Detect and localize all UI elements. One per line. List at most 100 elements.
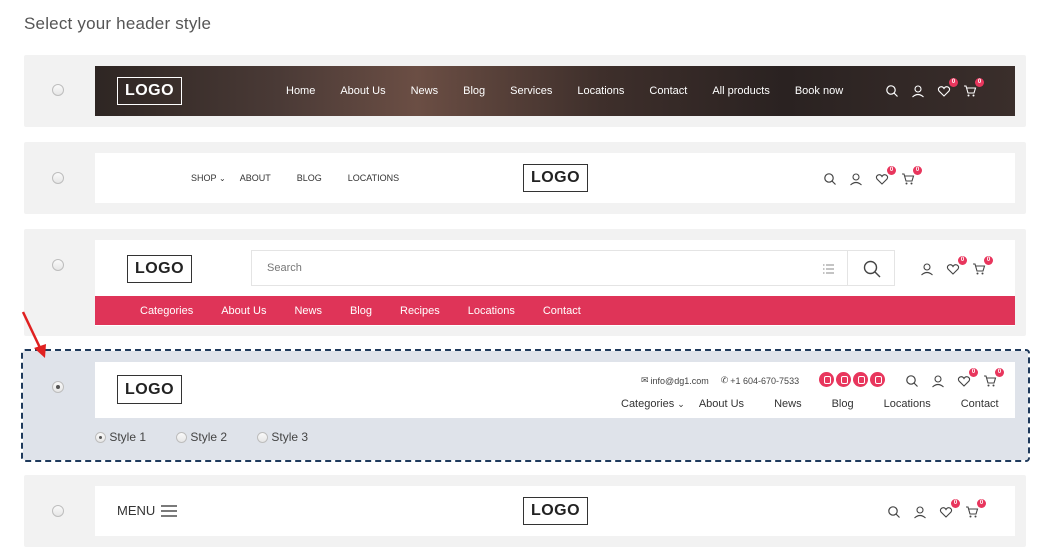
nav-item-locations[interactable]: Locations bbox=[468, 305, 515, 317]
style-selector: Style 1 Style 2 Style 3 bbox=[95, 430, 308, 444]
style-1-option[interactable]: Style 1 bbox=[95, 430, 146, 444]
logo: LOGO bbox=[117, 77, 182, 105]
cart-count-badge: 0 bbox=[975, 78, 984, 87]
header-preview-3: LOGO Search 0 0 Categories About Us News… bbox=[95, 240, 1015, 326]
style-1-label: Style 1 bbox=[109, 430, 147, 444]
wishlist-count-badge: 0 bbox=[958, 256, 967, 265]
wishlist-count-badge: 0 bbox=[969, 368, 978, 377]
nav-item-locations[interactable]: Locations bbox=[577, 85, 624, 97]
option-4-radio[interactable] bbox=[52, 381, 64, 393]
header-option-3[interactable]: LOGO Search 0 0 Categories About Us News… bbox=[24, 229, 1026, 336]
instagram-icon[interactable] bbox=[853, 372, 868, 387]
header-option-2[interactable]: SHOP ⌄ ABOUT BLOG LOCATIONS LOGO 0 0 bbox=[24, 142, 1026, 214]
nav-item-locations[interactable]: LOCATIONS bbox=[348, 173, 399, 183]
nav-item-about[interactable]: ABOUT bbox=[240, 173, 271, 183]
contact-info: ✉ info@dg1.com ✆ +1 604-670-7533 bbox=[641, 375, 799, 386]
nav-item-about-us[interactable]: About Us bbox=[340, 85, 385, 97]
search-icon[interactable] bbox=[885, 84, 899, 98]
user-icon[interactable] bbox=[931, 374, 945, 388]
nav-item-categories[interactable]: Categories ⌄ bbox=[621, 398, 685, 410]
search-icon bbox=[863, 260, 881, 278]
style-2-option[interactable]: Style 2 bbox=[176, 430, 227, 444]
phone-text[interactable]: +1 604-670-7533 bbox=[730, 376, 799, 386]
header-option-4[interactable]: LOGO ✉ info@dg1.com ✆ +1 604-670-7533 0 … bbox=[21, 349, 1030, 462]
nav-item-contact[interactable]: Contact bbox=[543, 305, 581, 317]
mail-icon: ✉ bbox=[641, 375, 649, 385]
main-nav: Categories About Us News Blog Recipes Lo… bbox=[140, 296, 581, 325]
search-button[interactable] bbox=[847, 250, 895, 286]
menu-icon bbox=[161, 504, 178, 517]
nav-item-home[interactable]: Home bbox=[286, 85, 315, 97]
header-option-1[interactable]: LOGO Home About Us News Blog Services Lo… bbox=[24, 55, 1026, 127]
nav-item-contact[interactable]: Contact bbox=[649, 85, 687, 97]
style-3-radio[interactable] bbox=[257, 432, 269, 444]
nav-item-blog[interactable]: Blog bbox=[832, 398, 854, 410]
cart-icon[interactable]: 0 bbox=[963, 78, 984, 98]
wishlist-count-badge: 0 bbox=[887, 166, 896, 175]
main-nav: SHOP ⌄ ABOUT BLOG LOCATIONS bbox=[191, 153, 399, 203]
style-2-radio[interactable] bbox=[176, 432, 188, 444]
search-icon[interactable] bbox=[887, 505, 901, 519]
nav-item-recipes[interactable]: Recipes bbox=[400, 305, 440, 317]
user-icon[interactable] bbox=[849, 172, 863, 186]
heart-icon[interactable]: 0 bbox=[875, 166, 896, 186]
search-bar[interactable]: Search bbox=[251, 250, 849, 286]
nav-item-news[interactable]: News bbox=[774, 398, 802, 410]
cart-count-badge: 0 bbox=[977, 499, 986, 508]
search-icon[interactable] bbox=[823, 172, 837, 186]
cart-count-badge: 0 bbox=[913, 166, 922, 175]
facebook-icon[interactable] bbox=[819, 372, 834, 387]
style-3-option[interactable]: Style 3 bbox=[257, 430, 308, 444]
option-1-radio[interactable] bbox=[52, 84, 64, 96]
nav-item-about-us[interactable]: About Us bbox=[699, 398, 744, 410]
list-icon[interactable] bbox=[822, 262, 836, 276]
cart-count-badge: 0 bbox=[984, 256, 993, 265]
cart-icon[interactable]: 0 bbox=[901, 166, 922, 186]
nav-item-blog[interactable]: Blog bbox=[463, 85, 485, 97]
cart-icon[interactable]: 0 bbox=[965, 499, 986, 519]
nav-item-blog[interactable]: Blog bbox=[350, 305, 372, 317]
heart-icon[interactable]: 0 bbox=[939, 499, 960, 519]
menu-label: MENU bbox=[117, 503, 156, 518]
header-preview-5: MENU LOGO 0 0 bbox=[95, 486, 1015, 536]
chevron-down-icon: ⌄ bbox=[677, 399, 685, 409]
nav-item-locations[interactable]: Locations bbox=[884, 398, 931, 410]
pinterest-icon[interactable] bbox=[870, 372, 885, 387]
nav-item-book-now[interactable]: Book now bbox=[795, 85, 843, 97]
menu-toggle[interactable]: MENU bbox=[117, 503, 178, 518]
search-input[interactable]: Search bbox=[267, 262, 302, 274]
style-2-label: Style 2 bbox=[190, 430, 228, 444]
option-3-radio[interactable] bbox=[52, 259, 64, 271]
search-icon[interactable] bbox=[905, 374, 919, 388]
user-icon[interactable] bbox=[911, 84, 925, 98]
twitter-icon[interactable] bbox=[836, 372, 851, 387]
page-title: Select your header style bbox=[24, 14, 212, 33]
header-preview-2: SHOP ⌄ ABOUT BLOG LOCATIONS LOGO 0 0 bbox=[95, 153, 1015, 203]
nav-item-services[interactable]: Services bbox=[510, 85, 552, 97]
header-option-5[interactable]: MENU LOGO 0 0 bbox=[24, 475, 1026, 547]
nav-item-about-us[interactable]: About Us bbox=[221, 305, 266, 317]
social-icons bbox=[819, 372, 887, 387]
nav-item-categories[interactable]: Categories bbox=[140, 305, 193, 317]
user-icon[interactable] bbox=[913, 505, 927, 519]
cart-icon[interactable]: 0 bbox=[983, 368, 1004, 388]
nav-item-news[interactable]: News bbox=[294, 305, 322, 317]
nav-item-shop[interactable]: SHOP ⌄ bbox=[191, 173, 226, 183]
email-text[interactable]: info@dg1.com bbox=[651, 376, 709, 386]
user-icon[interactable] bbox=[920, 262, 934, 276]
option-5-radio[interactable] bbox=[52, 505, 64, 517]
nav-item-categories-label: Categories bbox=[621, 398, 675, 410]
nav-item-contact[interactable]: Contact bbox=[961, 398, 999, 410]
style-1-radio[interactable] bbox=[95, 432, 106, 444]
phone-icon: ✆ bbox=[720, 375, 729, 385]
logo: LOGO bbox=[523, 164, 588, 192]
cart-icon[interactable]: 0 bbox=[972, 256, 993, 276]
heart-icon[interactable]: 0 bbox=[957, 368, 978, 388]
header-icons: 0 0 bbox=[920, 256, 993, 276]
option-2-radio[interactable] bbox=[52, 172, 64, 184]
heart-icon[interactable]: 0 bbox=[937, 78, 958, 98]
nav-item-news[interactable]: News bbox=[411, 85, 439, 97]
nav-item-blog[interactable]: BLOG bbox=[297, 173, 322, 183]
nav-item-all-products[interactable]: All products bbox=[712, 85, 769, 97]
heart-icon[interactable]: 0 bbox=[946, 256, 967, 276]
